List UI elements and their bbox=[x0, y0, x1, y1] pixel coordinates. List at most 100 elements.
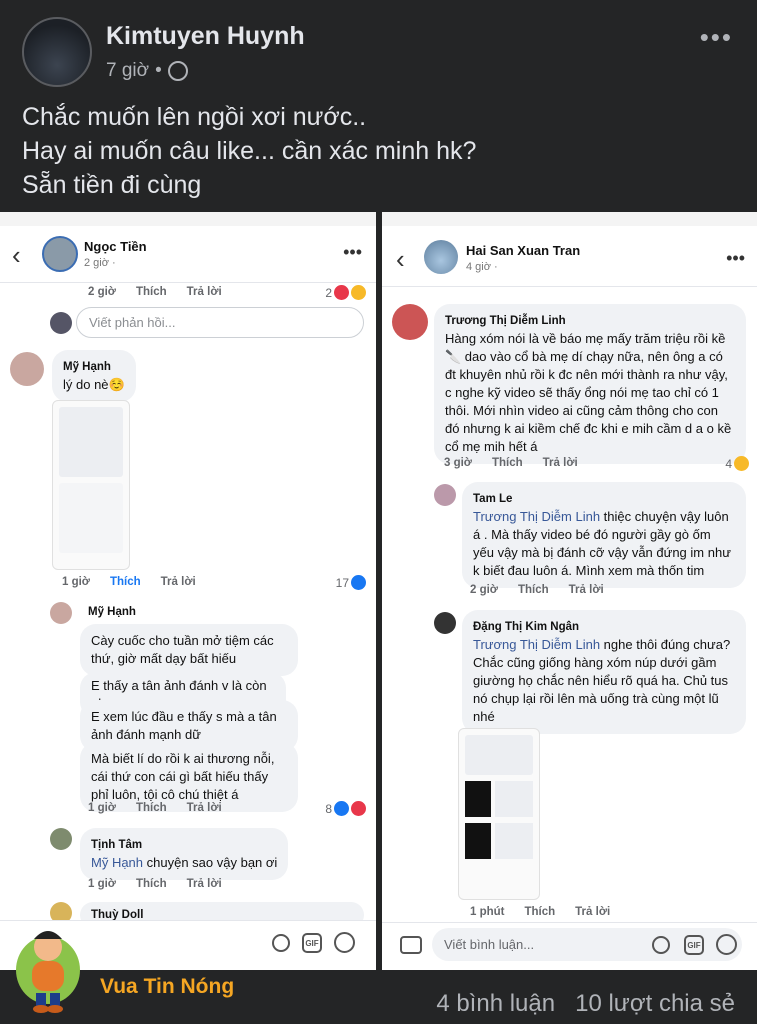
commenter-name: Trương Thị Diễm Linh bbox=[445, 315, 566, 327]
heart-reaction-icon bbox=[351, 801, 366, 816]
comment-time: 1 giờ bbox=[88, 878, 116, 890]
like-button: Thích bbox=[492, 457, 523, 469]
screenshot-right[interactable]: ‹ Hai San Xuan Tran 4 giờ · ••• Trương T… bbox=[382, 212, 757, 970]
comment-time: 1 giờ bbox=[62, 576, 90, 588]
reaction-count-value: 4 bbox=[725, 456, 732, 471]
comment-count[interactable]: 4 bình luận bbox=[436, 990, 555, 1017]
wow-reaction-icon bbox=[734, 456, 749, 471]
heart-reaction-icon bbox=[334, 285, 349, 300]
comment-actions: 1 giờ Thích Trả lời bbox=[62, 576, 196, 588]
watermark-brand: Vua Tin Nóng bbox=[100, 975, 235, 998]
camera-icon bbox=[400, 936, 422, 954]
reply-button: Trả lời bbox=[542, 457, 578, 469]
commenter-name: Tịnh Tâm bbox=[91, 839, 143, 851]
commenter-name: Đặng Thị Kim Ngân bbox=[473, 621, 580, 633]
avatar bbox=[392, 304, 428, 340]
mention-link: Mỹ Hạnh bbox=[91, 855, 144, 870]
header-time: 2 giờ · bbox=[84, 257, 116, 269]
comment-actions: 1 giờ Thích Trả lời bbox=[88, 802, 222, 814]
comment-text: Mỹ Hạnh chuyện sao vậy bạn ơi bbox=[91, 854, 277, 872]
header-name: Hai San Xuan Tran bbox=[466, 243, 581, 258]
comment-actions: 3 giờ Thích Trả lời bbox=[444, 457, 578, 469]
comment-actions: 2 giờ Thích Trả lời bbox=[470, 584, 604, 596]
divider bbox=[0, 282, 376, 283]
like-reaction-icon bbox=[334, 801, 349, 816]
comment-text: Trương Thị Diễm Linh nghe thôi đúng chưa… bbox=[473, 636, 735, 726]
author-avatar[interactable] bbox=[22, 17, 92, 87]
status-bar bbox=[382, 212, 757, 226]
like-button: Thích bbox=[524, 906, 556, 918]
reaction-count-value: 2 bbox=[325, 285, 332, 300]
back-arrow-icon: ‹ bbox=[396, 244, 405, 274]
post-text: Chắc muốn lên ngồi xơi nước.. Hay ai muố… bbox=[22, 100, 476, 202]
avatar bbox=[42, 236, 78, 272]
more-icon: ••• bbox=[726, 248, 745, 268]
post-time[interactable]: 7 giờ bbox=[106, 60, 149, 82]
watermark-overlay: Nguyễn Sin bbox=[78, 925, 244, 958]
more-icon: ••• bbox=[343, 242, 362, 262]
comment-time: 2 giờ bbox=[470, 584, 498, 596]
reply-button: Trả lời bbox=[575, 906, 611, 918]
reply-button: Trả lời bbox=[186, 878, 222, 890]
comment-time: 1 giờ bbox=[88, 802, 116, 814]
gif-icon: GIF bbox=[684, 935, 704, 955]
comment-actions: 1 giờ Thích Trả lời bbox=[88, 878, 222, 890]
reaction-count: 2 bbox=[325, 285, 366, 300]
header-time: 4 giờ · bbox=[466, 261, 498, 273]
comment-time: 2 giờ bbox=[88, 286, 116, 298]
avatar bbox=[424, 240, 458, 274]
separator-dot: • bbox=[155, 60, 162, 81]
sticker-icon bbox=[272, 934, 290, 952]
reply-button: Trả lời bbox=[186, 802, 222, 814]
more-options-icon[interactable]: ••• bbox=[700, 22, 733, 53]
comment-bubble: Đặng Thị Kim Ngân Trương Thị Diễm Linh n… bbox=[462, 610, 746, 734]
reaction-count: 4 bbox=[725, 456, 749, 471]
like-button: Thích bbox=[136, 802, 167, 814]
like-button: Thích bbox=[136, 878, 167, 890]
engagement-counts: 4 bình luận 10 lượt chia sẻ bbox=[436, 990, 735, 1018]
gif-icon: GIF bbox=[302, 933, 322, 953]
back-arrow-icon: ‹ bbox=[12, 240, 21, 270]
header-name: Ngọc Tiền bbox=[84, 239, 147, 254]
share-count[interactable]: 10 lượt chia sẻ bbox=[575, 990, 735, 1017]
comment-text: Trương Thị Diễm Linh thiệc chuyện vậy lu… bbox=[473, 508, 735, 580]
reply-button: Trả lời bbox=[160, 576, 196, 588]
comment-actions: 1 phút Thích Trả lời bbox=[470, 906, 610, 918]
like-button: Thích bbox=[136, 286, 167, 298]
comment-text-body: chuyện sao vậy bạn ơi bbox=[143, 855, 278, 870]
avatar bbox=[50, 602, 72, 624]
reaction-count: 8 bbox=[325, 801, 366, 816]
like-button: Thích bbox=[518, 584, 549, 596]
status-bar bbox=[0, 212, 376, 226]
mention-link: Trương Thị Diễm Linh bbox=[473, 509, 601, 524]
emoji-icon bbox=[716, 934, 737, 955]
post-text-line: Hay ai muốn câu like... cần xác minh hk? bbox=[22, 137, 477, 165]
reply-button: Trả lời bbox=[186, 286, 222, 298]
avatar bbox=[434, 484, 456, 506]
comment-text: lý do nè☺️ bbox=[63, 377, 125, 392]
wow-reaction-icon bbox=[351, 285, 366, 300]
avatar bbox=[50, 828, 72, 850]
mention-link: Trương Thị Diễm Linh bbox=[473, 637, 601, 652]
avatar bbox=[10, 352, 44, 386]
comment-time: 3 giờ bbox=[444, 457, 472, 469]
screenshot-thumbnail bbox=[458, 728, 540, 900]
comment-time: 1 phút bbox=[470, 906, 505, 918]
author-name[interactable]: Kimtuyen Huynh bbox=[106, 22, 305, 51]
comment-actions: 2 giờ Thích Trả lời bbox=[88, 286, 222, 298]
comment-bubble: Tịnh Tâm Mỹ Hạnh chuyện sao vậy bạn ơi bbox=[80, 828, 289, 880]
commenter-name: Tam Le bbox=[473, 493, 513, 505]
emoji-icon bbox=[334, 932, 355, 953]
post-meta: 7 giờ • bbox=[106, 60, 188, 82]
post-text-line: Chắc muốn lên ngồi xơi nước.. bbox=[22, 103, 367, 131]
reply-button: Trả lời bbox=[568, 584, 604, 596]
commenter-name: Mỹ Hạnh bbox=[88, 606, 136, 618]
screenshot-thumbnail bbox=[52, 400, 130, 570]
reaction-count: 17 bbox=[336, 575, 366, 590]
reply-input: Viết phản hồi... bbox=[76, 307, 364, 338]
commenter-name: Mỹ Hạnh bbox=[63, 361, 111, 373]
screenshot-left[interactable]: ‹ Ngọc Tiền 2 giờ · ••• 2 giờ Thích Trả … bbox=[0, 212, 376, 970]
comment-bubble: Cày cuốc cho tuần mở tiệm các thứ, giờ m… bbox=[80, 624, 298, 676]
divider bbox=[382, 286, 757, 287]
post-text-line: Sẵn tiền đi cùng bbox=[22, 171, 202, 199]
